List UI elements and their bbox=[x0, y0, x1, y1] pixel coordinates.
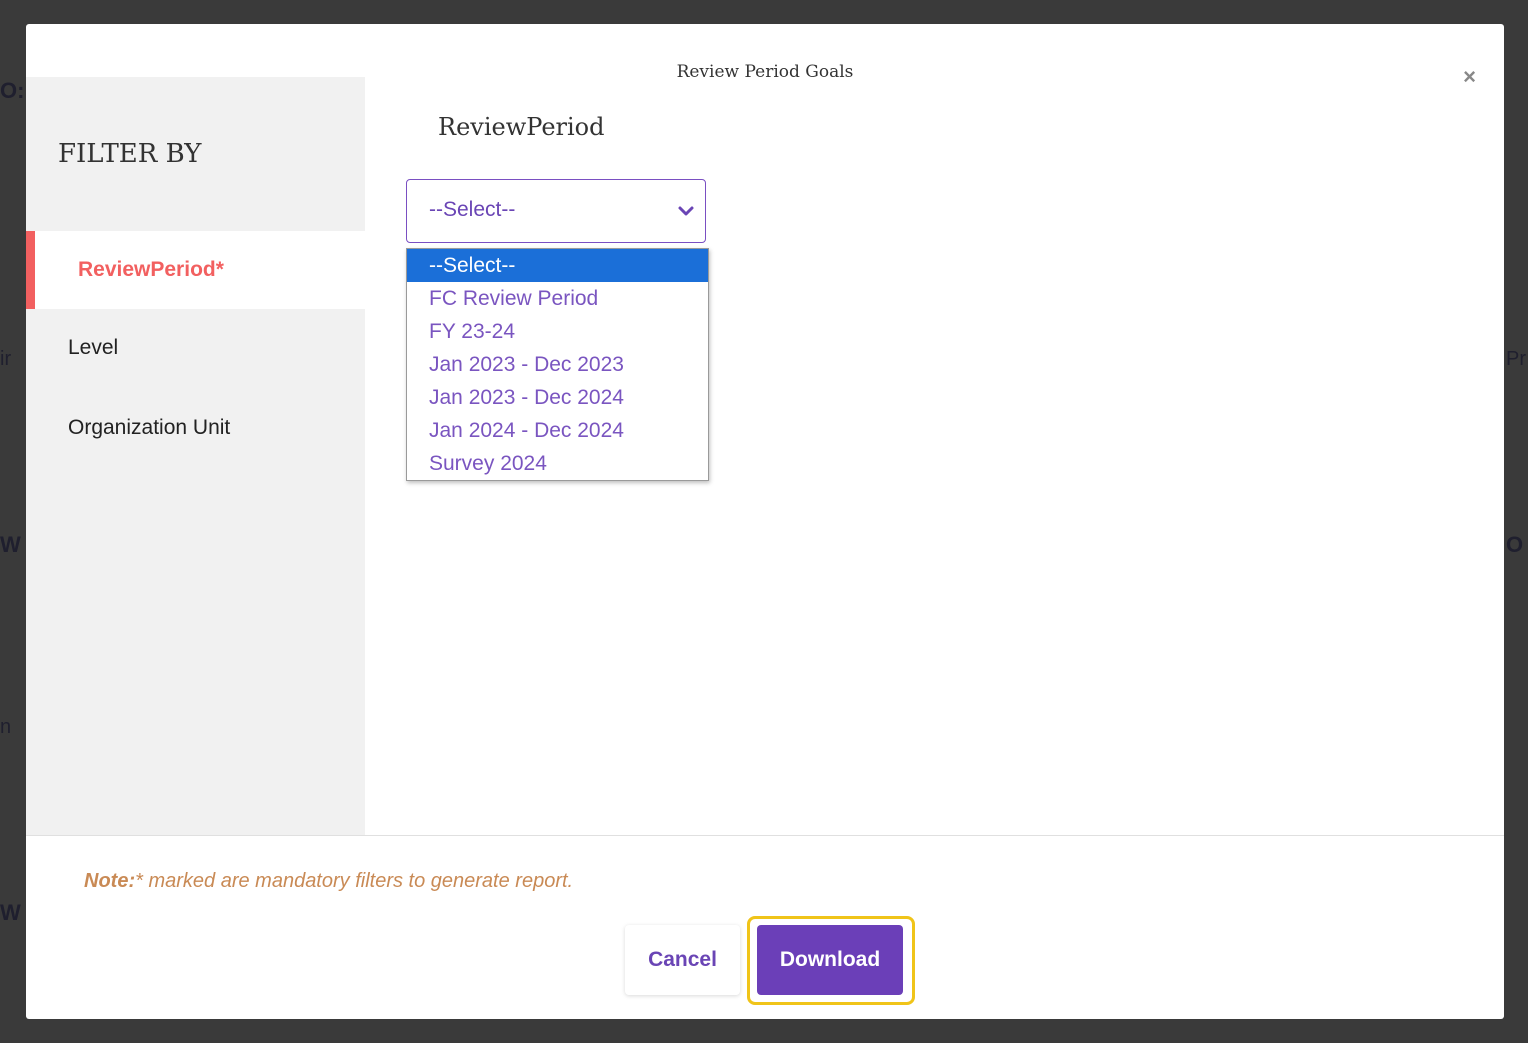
cancel-button[interactable]: Cancel bbox=[625, 925, 740, 995]
download-button[interactable]: Download bbox=[757, 925, 903, 995]
filter-sidebar: FILTER BY ReviewPeriod* Level Organizati… bbox=[26, 77, 365, 835]
select-value: --Select-- bbox=[429, 198, 516, 221]
dropdown-option[interactable]: FY 23-24 bbox=[407, 315, 708, 348]
background-fragment: ir bbox=[0, 348, 12, 370]
background-fragment: W bbox=[0, 532, 21, 557]
close-icon[interactable]: × bbox=[1463, 66, 1476, 88]
footer-divider bbox=[26, 835, 1504, 836]
note-prefix: Note: bbox=[84, 870, 136, 892]
dropdown-option[interactable]: Jan 2023 - Dec 2023 bbox=[407, 348, 708, 381]
review-period-dropdown: --Select-- FC Review Period FY 23-24 Jan… bbox=[406, 248, 709, 481]
background-fragment: n bbox=[0, 716, 12, 738]
filter-heading: FILTER BY bbox=[58, 139, 202, 169]
dropdown-option[interactable]: --Select-- bbox=[407, 249, 708, 282]
dropdown-option[interactable]: FC Review Period bbox=[407, 282, 708, 315]
background-fragment: O: bbox=[0, 78, 25, 103]
sidebar-item-organization-unit[interactable]: Organization Unit bbox=[26, 389, 365, 467]
sidebar-item-label: Level bbox=[68, 336, 119, 359]
background-fragment: O bbox=[1506, 532, 1524, 557]
sidebar-item-label: ReviewPeriod* bbox=[78, 258, 224, 281]
sidebar-item-level[interactable]: Level bbox=[26, 309, 365, 387]
report-modal: Review Period Goals × FILTER BY ReviewPe… bbox=[26, 24, 1504, 1019]
review-period-label: ReviewPeriod bbox=[438, 113, 605, 141]
background-fragment: Pr bbox=[1506, 348, 1526, 370]
sidebar-item-review-period[interactable]: ReviewPeriod* bbox=[26, 231, 365, 309]
dropdown-option[interactable]: Survey 2024 bbox=[407, 447, 708, 480]
review-period-select[interactable]: --Select-- bbox=[406, 179, 706, 243]
dropdown-option[interactable]: Jan 2023 - Dec 2024 bbox=[407, 381, 708, 414]
note-text: * marked are mandatory filters to genera… bbox=[135, 870, 574, 892]
chevron-down-icon bbox=[678, 206, 694, 216]
background-fragment: W bbox=[0, 900, 21, 925]
dropdown-option[interactable]: Jan 2024 - Dec 2024 bbox=[407, 414, 708, 447]
sidebar-item-label: Organization Unit bbox=[68, 416, 231, 439]
mandatory-note: Note:* marked are mandatory filters to g… bbox=[84, 870, 573, 893]
